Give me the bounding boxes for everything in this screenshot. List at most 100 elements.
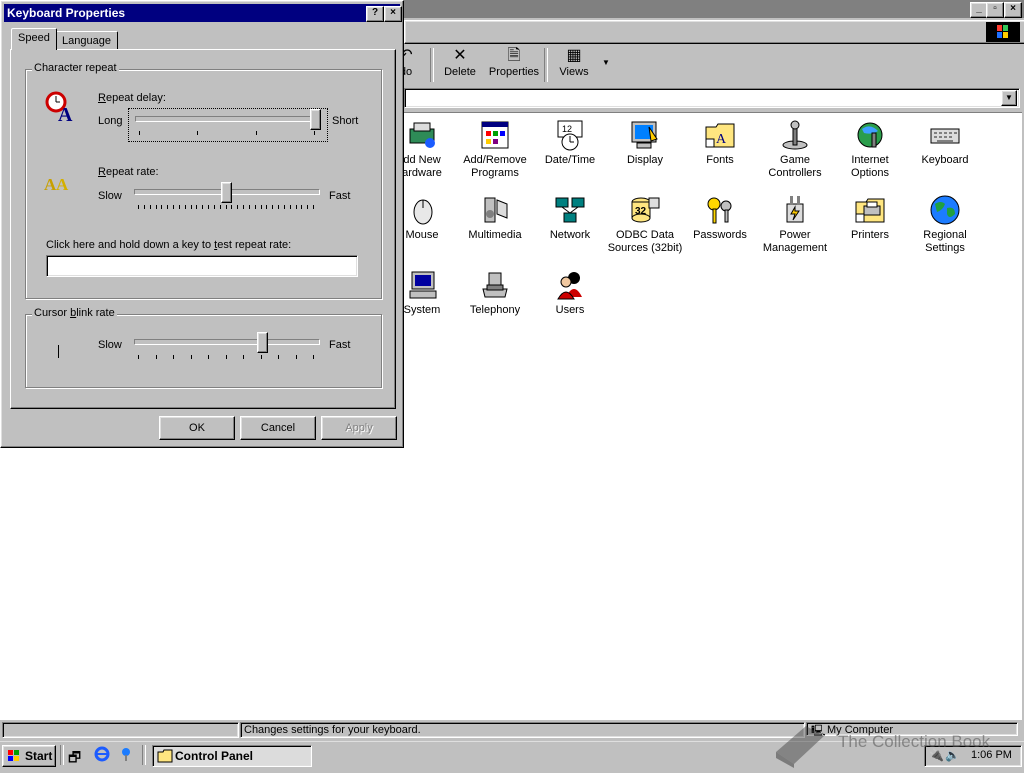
- properties-button[interactable]: 🗎 Properties: [488, 46, 540, 86]
- task-label: Control Panel: [175, 749, 254, 763]
- repeat-rate-slider[interactable]: [134, 182, 320, 212]
- tab-speed[interactable]: Speed: [11, 28, 57, 50]
- repeat-delay-thumb[interactable]: [310, 109, 321, 130]
- start-button[interactable]: Start: [2, 745, 56, 767]
- slider-tick: [190, 205, 192, 209]
- watermark: The Collection Book: [772, 718, 1012, 768]
- properties-icon: 🗎: [507, 47, 521, 64]
- joystick-icon: [779, 119, 811, 151]
- cp-item-odbc[interactable]: 32 ODBC Data Sources (32bit): [607, 194, 683, 255]
- repeat-delay-slider[interactable]: [128, 108, 328, 142]
- dialog-close-button[interactable]: ×: [384, 6, 402, 22]
- slider-tick: [196, 205, 198, 209]
- cp-item-printers[interactable]: Printers: [832, 194, 908, 242]
- item-label: Management: [762, 242, 828, 254]
- rate-high-label: Fast: [329, 190, 351, 202]
- users-icon: [554, 269, 586, 301]
- cancel-button[interactable]: Cancel: [240, 416, 316, 440]
- views-label: Views: [559, 66, 589, 78]
- cp-item-keyboard[interactable]: Keyboard: [907, 119, 983, 167]
- item-label: Printers: [851, 229, 889, 241]
- slider-tick: [219, 205, 221, 209]
- views-icon: ▦: [566, 47, 582, 64]
- slider-tick: [149, 205, 151, 209]
- address-dropdown-icon[interactable]: ▼: [1001, 90, 1017, 106]
- slider-tick: [143, 205, 145, 209]
- printers-folder-icon: [854, 194, 886, 226]
- repeat-delay-label: Repeat delay:: [98, 92, 166, 104]
- tab-language[interactable]: Language: [55, 31, 118, 50]
- cp-item-power-management[interactable]: Power Management: [757, 194, 833, 255]
- control-panel-small-icon: [157, 748, 173, 770]
- channels-icon[interactable]: [118, 746, 134, 765]
- repeat-rate-thumb[interactable]: [220, 182, 232, 203]
- character-repeat-group: Character repeat A Repeat delay: Long Sh…: [25, 62, 382, 299]
- cursor-blink-thumb[interactable]: [257, 332, 269, 353]
- cp-item-network[interactable]: Network: [532, 194, 608, 242]
- cp-item-add-remove-programs[interactable]: Add/Remove Programs: [457, 119, 533, 180]
- slider-tick: [155, 355, 157, 359]
- slider-tick: [260, 355, 262, 359]
- slider-tick: [289, 205, 291, 209]
- properties-label: Properties: [488, 66, 540, 78]
- slider-ticks: [138, 355, 314, 360]
- slider-tick: [184, 205, 186, 209]
- cp-item-display[interactable]: Display: [607, 119, 683, 167]
- cp-item-passwords[interactable]: Passwords: [682, 194, 758, 242]
- hardware-icon: [406, 119, 438, 151]
- cp-item-telephony[interactable]: Telephony: [457, 269, 533, 317]
- delete-x-icon: ✕: [453, 47, 467, 64]
- svg-text:A: A: [716, 132, 727, 147]
- cp-item-date-time[interactable]: 12 Date/Time: [532, 119, 608, 167]
- test-repeat-input[interactable]: [46, 255, 358, 277]
- slider-tick: [283, 205, 285, 209]
- item-label: Controllers: [768, 167, 822, 179]
- cp-item-internet-options[interactable]: Internet Options: [832, 119, 908, 180]
- test-repeat-label: Click here and hold down a key to test r…: [46, 239, 292, 251]
- slider-tick: [202, 205, 204, 209]
- cp-item-multimedia[interactable]: Multimedia: [457, 194, 533, 242]
- cursor-blink-group-label: Cursor blink rate: [32, 307, 117, 319]
- cp-item-users[interactable]: Users: [532, 269, 608, 317]
- keyboard-icon: [929, 119, 961, 151]
- slider-tick: [213, 205, 215, 209]
- repeat-rate-label: Repeat rate:: [98, 166, 159, 178]
- help-button[interactable]: ?: [366, 6, 384, 22]
- cp-item-game-controllers[interactable]: Game Controllers: [757, 119, 833, 180]
- power-icon: [779, 194, 811, 226]
- slider-tick: [138, 205, 139, 209]
- slider-tick: [178, 205, 180, 209]
- blinking-cursor-icon: [58, 345, 59, 358]
- item-label: Options: [851, 167, 889, 179]
- toolbar: ↶ do ✕ Delete 🗎 Properties ▦ Views ▼: [399, 46, 1024, 86]
- cp-item-regional-settings[interactable]: Regional Settings: [907, 194, 983, 255]
- cursor-blink-slider[interactable]: [134, 331, 320, 361]
- date-time-icon: 12: [554, 119, 586, 151]
- item-label: Fonts: [706, 154, 734, 166]
- item-label: Add/Remove: [463, 154, 527, 166]
- close-button[interactable]: ×: [1004, 2, 1022, 18]
- apply-button[interactable]: Apply: [321, 416, 397, 440]
- item-label: Regional: [923, 229, 967, 241]
- ok-button[interactable]: OK: [159, 416, 235, 440]
- delete-button[interactable]: ✕ Delete: [440, 46, 480, 86]
- status-message: Changes settings for your keyboard.: [240, 722, 805, 738]
- views-dropdown-arrow-icon[interactable]: ▼: [602, 58, 610, 67]
- restore-button[interactable]: ▫: [986, 2, 1004, 18]
- display-icon: [629, 119, 661, 151]
- internet-explorer-icon[interactable]: [94, 746, 110, 765]
- slider-tick: [314, 131, 315, 135]
- slider-tick: [167, 205, 169, 209]
- cp-item-fonts[interactable]: A Fonts: [682, 119, 758, 167]
- slider-tick: [243, 355, 244, 359]
- computer-icon: [406, 269, 438, 301]
- show-desktop-icon[interactable]: 🗗: [68, 747, 81, 771]
- views-button[interactable]: ▦ Views: [554, 46, 594, 86]
- item-label: Power: [779, 229, 811, 241]
- slider-tick: [225, 205, 227, 209]
- address-bar[interactable]: ▼: [404, 88, 1020, 108]
- slider-tick: [155, 205, 157, 209]
- menu-bar: [404, 20, 1024, 44]
- taskbar-control-panel-button[interactable]: Control Panel: [152, 745, 312, 767]
- slider-tick: [208, 205, 209, 209]
